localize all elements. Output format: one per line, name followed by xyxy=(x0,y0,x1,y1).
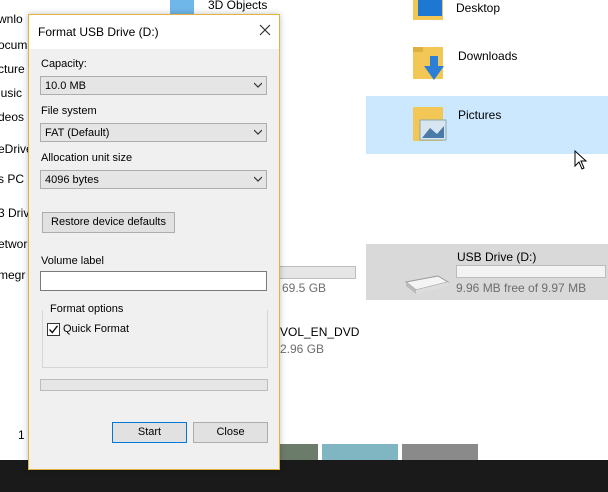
nav-item-downloads[interactable]: wnlo xyxy=(0,12,23,26)
nav-item-videos[interactable]: deos xyxy=(0,110,24,124)
desktop-folder-icon xyxy=(413,0,443,20)
quick-format-checkbox[interactable] xyxy=(47,323,60,336)
filesystem-label: File system xyxy=(41,105,97,117)
format-options-group xyxy=(42,310,268,368)
dialog-title: Format USB Drive (D:) xyxy=(38,25,159,39)
checkmark-icon xyxy=(48,325,59,334)
nav-item-documents[interactable]: ocum xyxy=(0,38,27,52)
nav-item-this-pc[interactable]: s PC xyxy=(0,172,24,186)
local-disk-free-space: 69.5 GB xyxy=(282,281,327,295)
usb-drive-usage-bar xyxy=(456,265,606,278)
filesystem-select[interactable]: FAT (Default) xyxy=(40,123,267,142)
downloads-folder-icon xyxy=(413,47,444,80)
dvd-drive-label[interactable]: VOL_EN_DVD xyxy=(280,325,359,339)
restore-defaults-button[interactable]: Restore device defaults xyxy=(42,212,175,233)
nav-item-usb-drive[interactable]: 3 Driv xyxy=(0,206,29,220)
chevron-down-icon xyxy=(254,82,262,88)
format-options-label: Format options xyxy=(48,303,126,315)
usb-drive-icon xyxy=(404,275,450,294)
nav-item-pictures[interactable]: cture xyxy=(0,62,25,76)
usb-drive-name: USB Drive (D:) xyxy=(457,250,537,264)
allocation-select[interactable]: 4096 bytes xyxy=(40,170,267,189)
folder-pictures[interactable]: Pictures xyxy=(410,104,501,144)
start-button[interactable]: Start xyxy=(112,422,187,443)
dvd-drive-size: 2.96 GB xyxy=(280,342,325,356)
folder-downloads[interactable]: Downloads xyxy=(410,44,517,84)
dialog-titlebar[interactable]: Format USB Drive (D:) xyxy=(29,15,279,49)
quick-format-label[interactable]: Quick Format xyxy=(63,323,129,335)
mouse-cursor-icon xyxy=(574,150,588,170)
capacity-label: Capacity: xyxy=(41,58,87,70)
format-dialog: Format USB Drive (D:) Capacity: 10.0 MB … xyxy=(28,14,280,470)
pictures-folder-icon xyxy=(413,107,447,141)
local-disk-usage-bar xyxy=(276,266,356,279)
volume-label-input[interactable] xyxy=(40,271,267,291)
chevron-down-icon xyxy=(254,176,262,182)
usb-drive-free-space: 9.96 MB free of 9.97 MB xyxy=(456,281,587,295)
nav-item-homegroup[interactable]: megr xyxy=(0,268,25,282)
close-icon[interactable] xyxy=(257,22,273,38)
close-button[interactable]: Close xyxy=(193,422,268,443)
chevron-down-icon xyxy=(254,129,262,135)
format-progress-bar xyxy=(40,379,268,391)
nav-item-music[interactable]: lusic xyxy=(0,86,22,100)
volume-label-label: Volume label xyxy=(41,255,104,267)
capacity-select[interactable]: 10.0 MB xyxy=(40,76,267,95)
allocation-label: Allocation unit size xyxy=(41,152,133,164)
folder-desktop[interactable]: Desktop xyxy=(410,0,500,24)
